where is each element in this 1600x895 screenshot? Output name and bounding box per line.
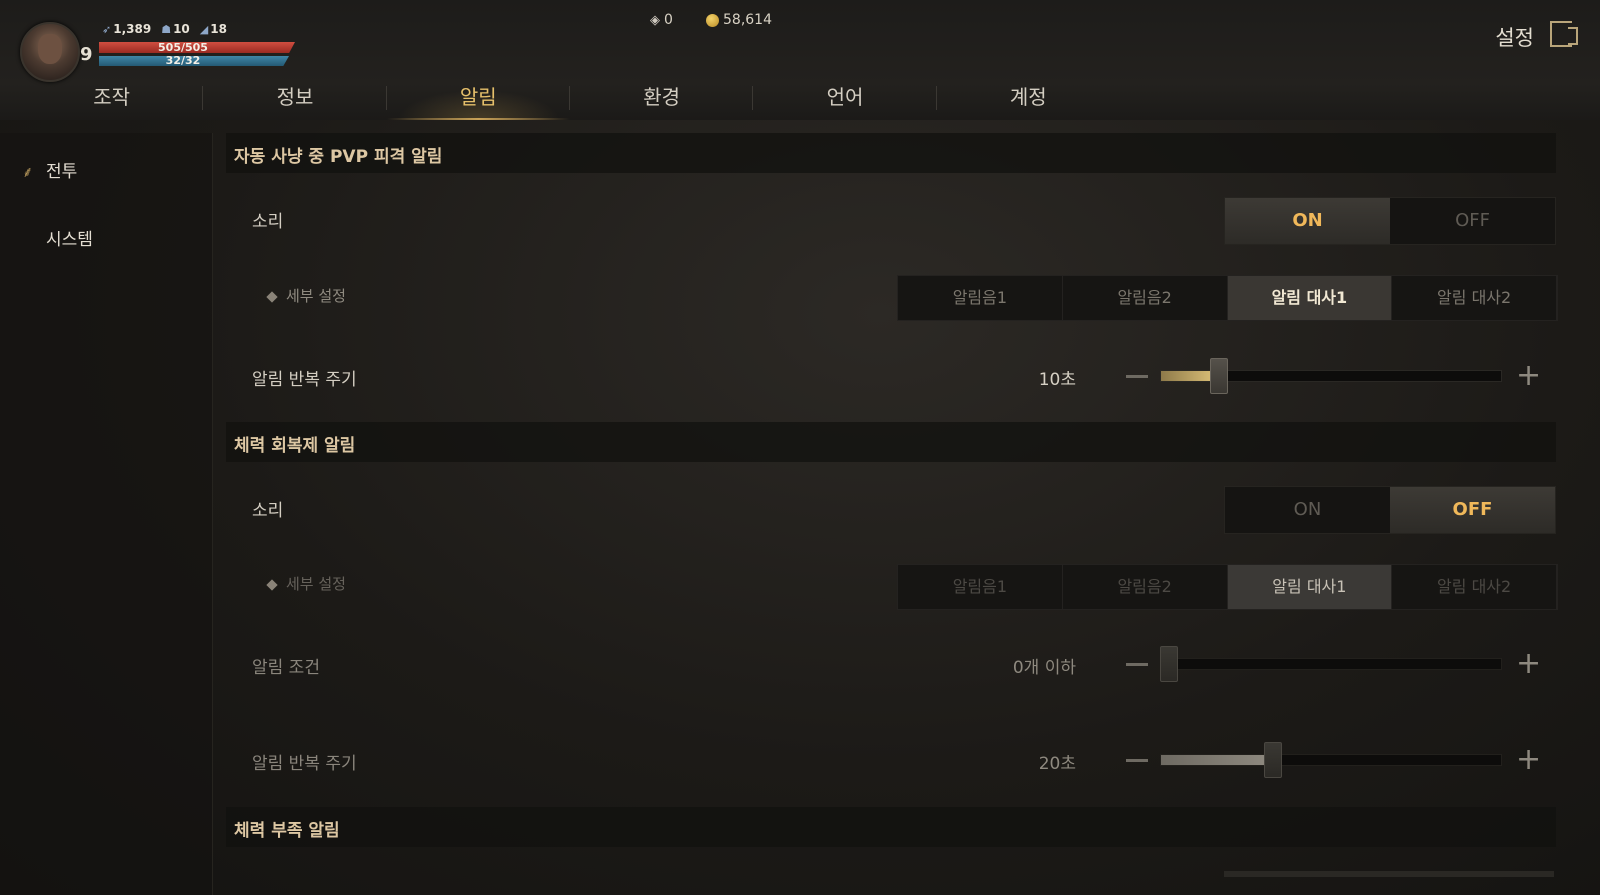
sound-option-2[interactable]: 알림음2 <box>1063 276 1228 320</box>
plus-icon[interactable]: + <box>1516 361 1541 391</box>
sound-label: 소리 <box>252 212 284 232</box>
off-option[interactable]: OFF <box>1390 198 1555 244</box>
stat-weight-value: 18 <box>210 22 227 36</box>
section-header: 자동 사냥 중 PVP 피격 알림 <box>226 133 1556 173</box>
section-header: 체력 회복제 알림 <box>226 422 1556 462</box>
slider-handle[interactable] <box>1160 646 1178 682</box>
slider-fill <box>1161 755 1273 765</box>
tab-info[interactable]: 정보 <box>203 80 387 120</box>
tab-label: 정보 <box>276 85 314 109</box>
condition-slider[interactable] <box>1160 658 1502 670</box>
gold-counter: 58,614 <box>706 12 772 28</box>
stat-defense: ☗ 10 <box>161 22 190 36</box>
tab-controls[interactable]: 조작 <box>20 80 204 120</box>
tab-account[interactable]: 계정 <box>937 80 1120 120</box>
gem-counter: ◈ 0 <box>650 12 673 28</box>
tab-label: 알림 <box>459 85 497 109</box>
minus-icon[interactable] <box>1126 759 1148 762</box>
gem-icon: ◈ <box>650 12 660 28</box>
sidebar-item-combat[interactable]: 전투 <box>46 157 77 182</box>
slider-handle[interactable] <box>1264 742 1282 778</box>
voice-option-2[interactable]: 알림 대사2 <box>1392 565 1557 609</box>
tab-environment[interactable]: 환경 <box>570 80 754 120</box>
sound-label: 소리 <box>252 501 284 521</box>
section-title: 자동 사냥 중 PVP 피격 알림 <box>234 147 443 167</box>
detail-setting-text: 세부 설정 <box>286 287 346 305</box>
settings-content: 자동 사냥 중 PVP 피격 알림 소리 ON OFF 세부 설정 알림음1 알… <box>226 133 1558 895</box>
stat-weight: ◢ 18 <box>200 22 227 36</box>
gold-coin-icon <box>706 13 719 27</box>
section-title: 체력 부족 알림 <box>234 821 340 841</box>
sound-type-selector: 알림음1 알림음2 알림 대사1 알림 대사2 <box>897 275 1558 321</box>
on-option[interactable]: ON <box>1225 198 1390 244</box>
tab-notifications[interactable]: 알림 <box>386 80 571 120</box>
gem-count: 0 <box>664 12 673 28</box>
minus-icon[interactable] <box>1126 663 1148 666</box>
repeat-interval-label: 알림 반복 주기 <box>252 754 357 774</box>
avatar-face <box>38 34 62 64</box>
on-option[interactable]: ON <box>1225 487 1390 533</box>
condition-label: 알림 조건 <box>252 658 320 678</box>
plus-icon[interactable]: + <box>1516 649 1541 679</box>
condition-value: 0개 이하 <box>1012 658 1076 678</box>
sidebar-item-system[interactable]: 시스템 <box>46 225 93 250</box>
stat-attack: ➶ 1,389 <box>102 22 151 36</box>
exit-icon[interactable] <box>1550 21 1578 47</box>
tab-bar: 조작 정보 알림 환경 언어 계정 <box>20 80 1120 120</box>
tab-language[interactable]: 언어 <box>753 80 937 120</box>
helmet-icon: ☗ <box>161 23 172 36</box>
tab-label: 언어 <box>826 85 864 109</box>
detail-setting-text: 세부 설정 <box>286 575 346 593</box>
repeat-interval-slider[interactable] <box>1160 754 1502 766</box>
voice-option-1[interactable]: 알림 대사1 <box>1227 565 1393 609</box>
repeat-interval-label: 알림 반복 주기 <box>252 370 357 390</box>
player-stats: ➶ 1,389 ☗ 10 ◢ 18 <box>102 22 227 36</box>
boot-icon: ◢ <box>199 23 209 36</box>
minus-icon[interactable] <box>1126 375 1148 378</box>
section-header: 체력 부족 알림 <box>226 807 1556 847</box>
stat-defense-value: 10 <box>173 22 190 36</box>
section-title: 체력 회복제 알림 <box>234 436 356 456</box>
diamond-icon <box>266 290 278 303</box>
tab-label: 환경 <box>643 85 681 109</box>
repeat-interval-value: 20초 <box>1038 754 1076 774</box>
sound-option-2[interactable]: 알림음2 <box>1063 565 1228 609</box>
sound-toggle-partial[interactable] <box>1224 871 1554 877</box>
gold-count: 58,614 <box>723 12 772 28</box>
sound-type-selector: 알림음1 알림음2 알림 대사1 알림 대사2 <box>897 564 1558 610</box>
detail-setting-label: 세부 설정 <box>266 573 346 594</box>
sound-toggle[interactable]: ON OFF <box>1224 486 1556 534</box>
player-level: 9 <box>80 44 93 65</box>
combat-icon: ⸙ <box>22 163 34 181</box>
player-avatar[interactable] <box>20 22 80 82</box>
mp-text: 32/32 <box>165 54 201 67</box>
page-title: 설정 <box>1495 26 1534 50</box>
hp-text: 505/505 <box>158 41 208 54</box>
off-option[interactable]: OFF <box>1390 487 1555 533</box>
stat-attack-value: 1,389 <box>113 22 152 36</box>
slider-handle[interactable] <box>1210 358 1228 394</box>
tab-label: 계정 <box>1009 85 1047 109</box>
voice-option-1[interactable]: 알림 대사1 <box>1227 276 1393 320</box>
voice-option-2[interactable]: 알림 대사2 <box>1392 276 1557 320</box>
tab-label: 조작 <box>93 85 131 109</box>
plus-icon[interactable]: + <box>1516 745 1541 775</box>
sound-toggle[interactable]: ON OFF <box>1224 197 1556 245</box>
repeat-interval-value: 10초 <box>1038 370 1076 390</box>
feather-icon: ➶ <box>102 23 112 36</box>
diamond-icon <box>266 578 278 591</box>
sound-option-1[interactable]: 알림음1 <box>898 565 1063 609</box>
detail-setting-label: 세부 설정 <box>266 285 346 306</box>
sidebar <box>0 133 213 895</box>
sound-option-1[interactable]: 알림음1 <box>898 276 1063 320</box>
